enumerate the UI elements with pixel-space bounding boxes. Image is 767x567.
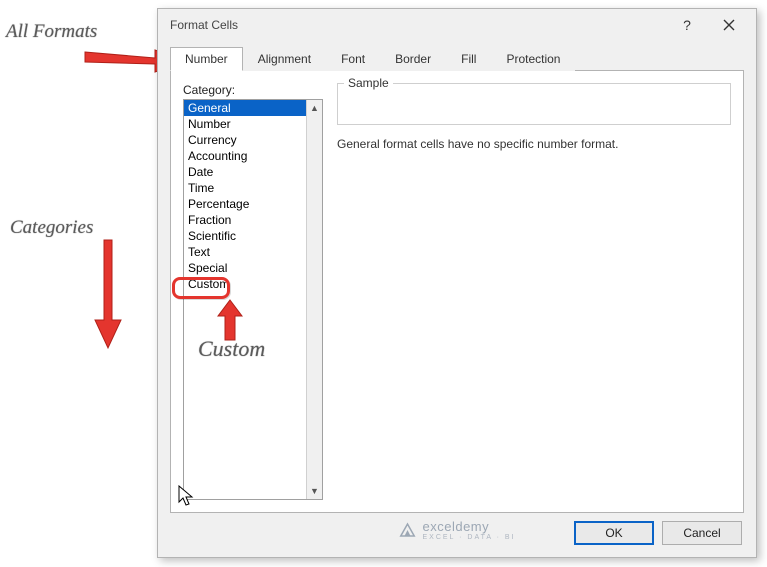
tab-protection[interactable]: Protection [491,47,575,71]
watermark-tagline: EXCEL · DATA · BI [423,534,516,541]
annotation-all-formats: All Formats [6,22,97,43]
category-item-date[interactable]: Date [184,164,306,180]
category-label: Category: [183,83,323,97]
category-item-special[interactable]: Special [184,260,306,276]
category-item-scientific[interactable]: Scientific [184,228,306,244]
sample-box: Sample [337,83,731,125]
tab-fill[interactable]: Fill [446,47,491,71]
format-cells-dialog: Format Cells ? Number Alignment Font Bor… [157,8,757,558]
category-item-general[interactable]: General [184,100,306,116]
tab-font[interactable]: Font [326,47,380,71]
tab-border[interactable]: Border [380,47,446,71]
category-listbox[interactable]: General Number Currency Accounting Date … [183,99,323,500]
help-button[interactable]: ? [666,11,708,39]
watermark-logo-icon [399,521,417,539]
ok-button[interactable]: OK [574,521,654,545]
category-item-text[interactable]: Text [184,244,306,260]
sample-label: Sample [344,76,393,90]
format-description: General format cells have no specific nu… [337,137,731,151]
category-item-percentage[interactable]: Percentage [184,196,306,212]
watermark: exceldemy EXCEL · DATA · BI [399,519,516,541]
help-icon: ? [683,17,691,33]
cancel-button[interactable]: Cancel [662,521,742,545]
tab-alignment[interactable]: Alignment [243,47,326,71]
tab-panel-number: Category: General Number Currency Accoun… [170,70,744,513]
annotation-arrow-down [95,240,123,353]
tab-number[interactable]: Number [170,47,243,71]
close-button[interactable] [708,11,750,39]
dialog-button-row: OK Cancel [574,521,742,545]
category-item-accounting[interactable]: Accounting [184,148,306,164]
titlebar: Format Cells ? [158,9,756,41]
dialog-title: Format Cells [170,18,666,32]
tab-strip: Number Alignment Font Border Fill Protec… [170,47,744,71]
scroll-up-icon[interactable]: ▲ [307,100,322,116]
category-item-fraction[interactable]: Fraction [184,212,306,228]
category-item-currency[interactable]: Currency [184,132,306,148]
listbox-scrollbar[interactable]: ▲ ▼ [306,100,322,499]
cursor-icon [178,485,194,507]
annotation-categories: Categories [10,218,93,239]
annotation-highlight-custom [172,277,230,299]
category-item-time[interactable]: Time [184,180,306,196]
dialog-body: Number Alignment Font Border Fill Protec… [158,41,756,557]
annotation-arrow-up-to-custom [218,300,242,343]
category-item-number[interactable]: Number [184,116,306,132]
scroll-down-icon[interactable]: ▼ [307,483,322,499]
watermark-brand: exceldemy [423,519,490,534]
close-icon [723,19,735,31]
preview-column: Sample General format cells have no spec… [337,83,731,500]
